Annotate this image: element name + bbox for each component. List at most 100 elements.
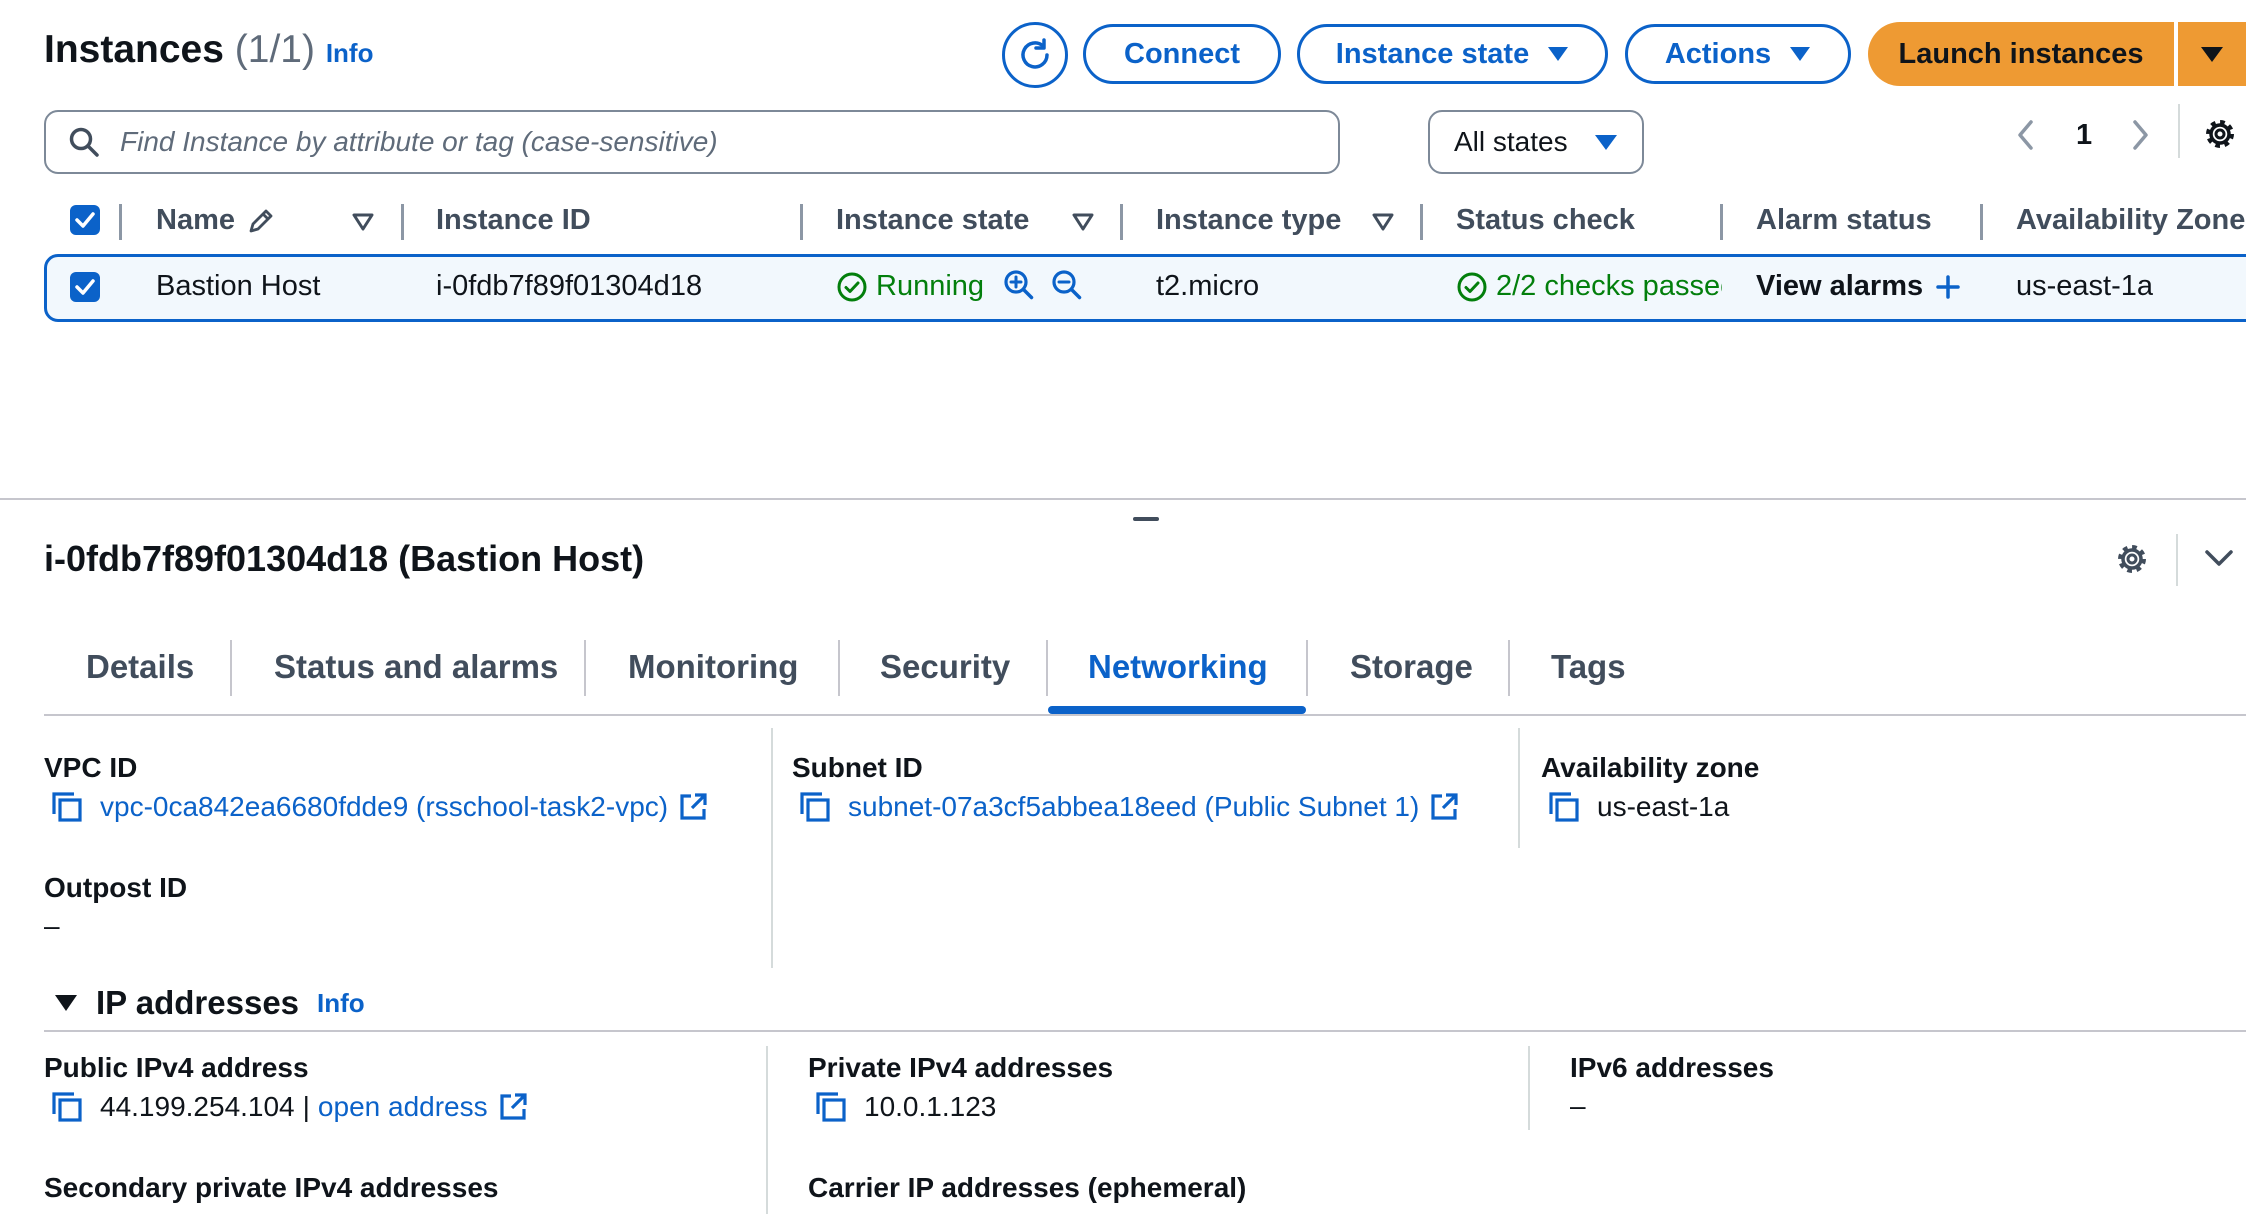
zoom-out-icon[interactable] [1050, 268, 1084, 302]
split-divider [0, 498, 2246, 500]
instance-count: (1/1) [234, 28, 315, 71]
launch-instances-label: Launch instances [1898, 37, 2144, 70]
column-header-instance-state[interactable]: Instance state [836, 204, 1029, 237]
ip-addresses-title: IP addresses [96, 984, 300, 1021]
public-ipv4-text: 44.199.254.104 [100, 1091, 295, 1122]
column-header-instance-type[interactable]: Instance type [1156, 204, 1341, 237]
subnet-id-link[interactable]: subnet-07a3cf5abbea18eed (Public Subnet … [848, 791, 1459, 823]
caret-down-icon [54, 994, 78, 1012]
tab-status-and-alarms[interactable]: Status and alarms [274, 648, 558, 686]
availability-zone-label: Availability zone [1541, 752, 1760, 783]
tab-storage[interactable]: Storage [1350, 648, 1473, 686]
chevron-right-icon[interactable] [2130, 119, 2150, 151]
ip-addresses-section-header[interactable]: IP addresses Info [54, 984, 365, 1022]
subnet-id-value: subnet-07a3cf5abbea18eed (Public Subnet … [798, 790, 1459, 824]
pencil-icon [247, 207, 275, 235]
column-header-availability-zone[interactable]: Availability Zone [2016, 204, 2245, 237]
tab-separator [838, 640, 840, 696]
copy-icon[interactable] [50, 790, 84, 824]
gear-icon[interactable] [2114, 541, 2150, 577]
row-checkbox[interactable] [70, 272, 100, 302]
vpc-id-value: vpc-0ca842ea6680fdde9 (rsschool-task2-vp… [50, 790, 708, 824]
detail-title: i-0fdb7f89f01304d18 (Bastion Host) [44, 538, 645, 579]
panel-divider [2176, 534, 2178, 586]
external-link-icon [678, 792, 708, 822]
cell-instance-id-link[interactable]: i-0fdb7f89f01304d18 [436, 270, 702, 303]
info-link[interactable]: Info [317, 988, 365, 1019]
column-divider [771, 728, 773, 968]
toolbar-divider [2178, 104, 2180, 158]
column-header-status-check[interactable]: Status check [1456, 204, 1635, 237]
sort-caret-icon[interactable] [1072, 213, 1094, 231]
vpc-id-label: VPC ID [44, 752, 138, 783]
cell-instance-state: Running [836, 270, 984, 303]
column-separator [1980, 204, 1983, 240]
column-header-name-label: Name [156, 204, 235, 236]
ipv6-label: IPv6 addresses [1570, 1052, 1774, 1083]
sort-caret-icon[interactable] [352, 213, 374, 231]
column-separator [800, 204, 803, 240]
cell-name: Bastion Host [156, 270, 321, 302]
copy-icon[interactable] [798, 790, 832, 824]
refresh-button[interactable] [1002, 22, 1068, 88]
sort-caret-icon[interactable] [1372, 213, 1394, 231]
tab-tags[interactable]: Tags [1551, 648, 1626, 686]
section-divider [44, 1030, 2246, 1032]
search-input[interactable] [118, 125, 1222, 159]
actions-button[interactable]: Actions [1625, 24, 1851, 84]
tab-security[interactable]: Security [880, 648, 1010, 686]
column-header-name[interactable]: Name [156, 204, 275, 237]
connect-button[interactable]: Connect [1083, 24, 1281, 84]
page-number[interactable]: 1 [2076, 119, 2092, 152]
copy-icon[interactable] [814, 1090, 848, 1124]
column-separator [1720, 204, 1723, 240]
search-icon [68, 126, 100, 158]
vpc-id-link[interactable]: vpc-0ca842ea6680fdde9 (rsschool-task2-vp… [100, 791, 708, 823]
checkmark-icon [75, 212, 95, 228]
check-circle-icon [1456, 271, 1488, 303]
state-filter-select[interactable]: All states [1428, 110, 1644, 174]
copy-icon[interactable] [50, 1090, 84, 1124]
private-ipv4-text: 10.0.1.123 [864, 1091, 997, 1122]
page-title: Instances (1/1) Info [44, 28, 373, 72]
plus-icon [1935, 274, 1961, 300]
outpost-id-value: – [44, 910, 60, 941]
zoom-in-icon[interactable] [1002, 268, 1036, 302]
column-separator [401, 204, 404, 240]
search-box[interactable] [44, 110, 1340, 174]
gear-icon[interactable] [2202, 116, 2238, 152]
tabs-baseline [44, 714, 2246, 716]
column-divider [1518, 728, 1520, 848]
view-alarms-link[interactable]: View alarms [1756, 270, 1961, 303]
public-ipv4-group: 44.199.254.104 | open address [100, 1091, 528, 1123]
column-separator [119, 204, 122, 240]
instance-state-button[interactable]: Instance state [1297, 24, 1608, 84]
tab-separator [230, 640, 232, 696]
open-address-link[interactable]: open address [318, 1091, 528, 1123]
state-filter-value: All states [1454, 126, 1568, 157]
tab-separator [1306, 640, 1308, 696]
outpost-id-label: Outpost ID [44, 872, 188, 903]
launch-instances-button[interactable]: Launch instances [1868, 22, 2174, 86]
column-divider [1528, 1046, 1530, 1130]
open-address-label: open address [317, 1091, 488, 1122]
private-ipv4-value: 10.0.1.123 [814, 1090, 996, 1124]
select-all-checkbox[interactable] [70, 205, 100, 235]
chevron-left-icon[interactable] [2016, 119, 2036, 151]
copy-icon[interactable] [1547, 790, 1581, 824]
tab-separator [1508, 640, 1510, 696]
column-header-alarm-status[interactable]: Alarm status [1756, 204, 1932, 237]
tab-details[interactable]: Details [86, 648, 194, 686]
launch-dropdown-button[interactable] [2178, 22, 2246, 86]
tab-networking[interactable]: Networking [1088, 648, 1268, 686]
subnet-id-label: Subnet ID [792, 752, 923, 783]
resize-handle[interactable] [1133, 517, 1159, 521]
view-alarms-label: View alarms [1756, 270, 1924, 302]
column-header-instance-id[interactable]: Instance ID [436, 204, 591, 237]
tab-monitoring[interactable]: Monitoring [628, 648, 798, 686]
subnet-id-text: subnet-07a3cf5abbea18eed (Public Subnet … [848, 791, 1420, 822]
chevron-down-icon[interactable] [2204, 548, 2234, 568]
info-link[interactable]: Info [326, 38, 374, 68]
actions-label: Actions [1664, 37, 1772, 70]
instance-state-label: Instance state [1335, 37, 1530, 70]
